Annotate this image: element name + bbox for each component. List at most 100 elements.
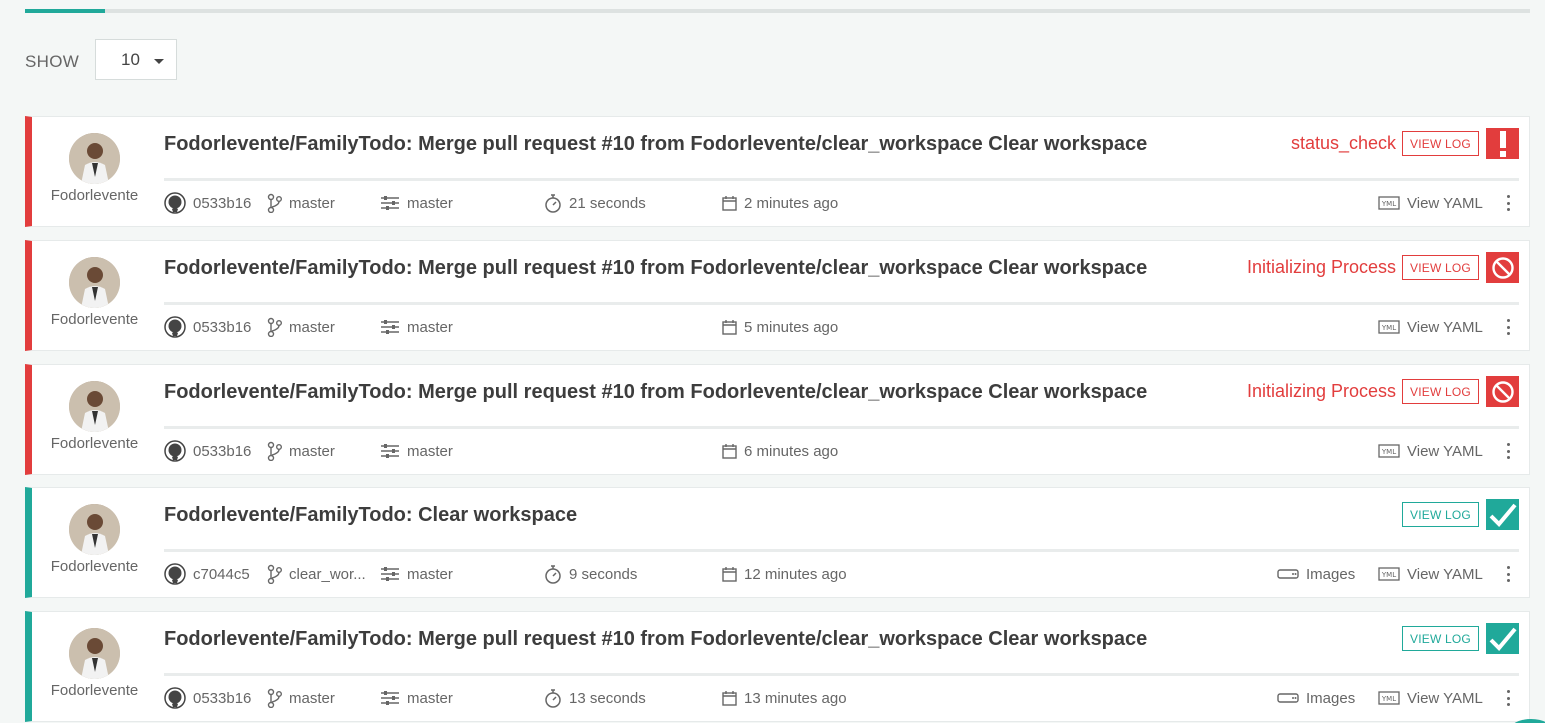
- view-yaml-link[interactable]: YML View YAML: [1378, 564, 1483, 584]
- build-time: 12 minutes ago: [722, 564, 847, 584]
- build-duration: 13 seconds: [544, 688, 646, 708]
- view-log-button[interactable]: VIEW LOG: [1402, 255, 1479, 280]
- branch-link[interactable]: clear_wor...: [267, 564, 366, 584]
- view-yaml-link[interactable]: YML View YAML: [1378, 441, 1483, 461]
- view-log-button[interactable]: VIEW LOG: [1402, 626, 1479, 651]
- branch-name: clear_wor...: [289, 565, 366, 583]
- commit-hash: 0533b16: [193, 689, 252, 707]
- build-card[interactable]: Fodorlevente Fodorlevente/FamilyTodo: Me…: [25, 240, 1530, 351]
- status-text: status_check: [1290, 133, 1396, 153]
- view-log-button[interactable]: VIEW LOG: [1402, 131, 1479, 156]
- divider: [164, 302, 1519, 305]
- status-check-icon: [1486, 499, 1519, 530]
- branch-name: master: [289, 689, 335, 707]
- view-yaml-link[interactable]: YML View YAML: [1378, 317, 1483, 337]
- yaml-file-icon: YML: [1378, 444, 1400, 458]
- status-blocked-icon: [1486, 252, 1519, 283]
- author-avatar: [69, 257, 120, 308]
- time-text: 5 minutes ago: [744, 318, 839, 336]
- calendar-icon: [722, 691, 737, 706]
- commit-link[interactable]: 0533b16: [164, 687, 252, 709]
- divider: [164, 673, 1519, 676]
- branch-name: master: [289, 442, 335, 460]
- more-options-icon[interactable]: [1507, 195, 1511, 211]
- commit-hash: c7044c5: [193, 565, 250, 583]
- images-label: Images: [1306, 689, 1356, 707]
- settings-sliders-icon: [381, 320, 399, 334]
- branch-name: master: [289, 318, 335, 336]
- author-avatar: [69, 504, 120, 555]
- branch-icon: [267, 688, 282, 708]
- branch-icon: [267, 193, 282, 213]
- stopwatch-icon: [545, 194, 561, 213]
- more-options-icon[interactable]: [1507, 566, 1511, 582]
- github-icon: [164, 316, 186, 338]
- author-name: Fodorlevente: [50, 311, 139, 328]
- build-time: 5 minutes ago: [722, 317, 838, 337]
- divider: [164, 426, 1519, 429]
- target-branch: master: [380, 441, 453, 461]
- build-title[interactable]: Fodorlevente/FamilyTodo: Merge pull requ…: [164, 628, 1147, 651]
- branch-link[interactable]: master: [267, 688, 335, 708]
- branch-name: master: [289, 194, 335, 212]
- build-card[interactable]: Fodorlevente Fodorlevente/FamilyTodo: Me…: [25, 611, 1530, 722]
- settings-sliders-icon: [381, 691, 399, 705]
- commit-hash: 0533b16: [193, 318, 252, 336]
- images-link[interactable]: Images: [1277, 688, 1355, 708]
- author-name: Fodorlevente: [50, 187, 139, 204]
- svg-text:YML: YML: [1381, 200, 1396, 208]
- page-size-value: 10: [121, 49, 140, 69]
- progress-fill: [25, 9, 105, 13]
- build-card[interactable]: Fodorlevente Fodorlevente/FamilyTodo: Cl…: [25, 487, 1530, 598]
- build-card[interactable]: Fodorlevente Fodorlevente/FamilyTodo: Me…: [25, 116, 1530, 227]
- build-title[interactable]: Fodorlevente/FamilyTodo: Clear workspace: [164, 504, 577, 527]
- more-options-icon[interactable]: [1507, 319, 1511, 335]
- images-label: Images: [1306, 565, 1356, 583]
- branch-link[interactable]: master: [267, 441, 335, 461]
- build-title[interactable]: Fodorlevente/FamilyTodo: Merge pull requ…: [164, 381, 1147, 404]
- target-name: master: [407, 194, 453, 212]
- commit-link[interactable]: 0533b16: [164, 192, 252, 214]
- target-branch: master: [380, 688, 453, 708]
- view-log-button[interactable]: VIEW LOG: [1402, 379, 1479, 404]
- github-icon: [164, 687, 186, 709]
- view-yaml-link[interactable]: YML View YAML: [1378, 688, 1483, 708]
- calendar-icon: [722, 444, 737, 459]
- status-text: Initializing Process: [1246, 257, 1396, 277]
- author-name: Fodorlevente: [50, 435, 139, 452]
- branch-icon: [267, 441, 282, 461]
- more-options-icon[interactable]: [1507, 443, 1511, 459]
- commit-hash: 0533b16: [193, 442, 252, 460]
- view-yaml-link[interactable]: YML View YAML: [1378, 193, 1483, 213]
- target-name: master: [407, 689, 453, 707]
- svg-text:YML: YML: [1381, 571, 1396, 579]
- svg-text:YML: YML: [1381, 695, 1396, 703]
- commit-link[interactable]: 0533b16: [164, 316, 252, 338]
- build-card[interactable]: Fodorlevente Fodorlevente/FamilyTodo: Me…: [25, 364, 1530, 475]
- view-yaml-label: View YAML: [1407, 194, 1483, 212]
- time-text: 12 minutes ago: [744, 565, 847, 583]
- view-yaml-label: View YAML: [1407, 318, 1483, 336]
- image-box-icon: [1277, 569, 1299, 579]
- build-title[interactable]: Fodorlevente/FamilyTodo: Merge pull requ…: [164, 133, 1147, 156]
- show-label: SHOW: [25, 52, 80, 71]
- page-size-select[interactable]: 10: [95, 39, 177, 80]
- commit-link[interactable]: c7044c5: [164, 563, 250, 585]
- view-log-button[interactable]: VIEW LOG: [1402, 502, 1479, 527]
- author-avatar: [69, 381, 120, 432]
- svg-text:YML: YML: [1381, 448, 1396, 456]
- build-title[interactable]: Fodorlevente/FamilyTodo: Merge pull requ…: [164, 257, 1147, 280]
- images-link[interactable]: Images: [1277, 564, 1355, 584]
- commit-hash: 0533b16: [193, 194, 252, 212]
- branch-link[interactable]: master: [267, 317, 335, 337]
- more-options-icon[interactable]: [1507, 690, 1511, 706]
- view-yaml-label: View YAML: [1407, 689, 1483, 707]
- commit-link[interactable]: 0533b16: [164, 440, 252, 462]
- build-time: 13 minutes ago: [722, 688, 847, 708]
- branch-link[interactable]: master: [267, 193, 335, 213]
- build-duration: 9 seconds: [544, 564, 637, 584]
- status-exclamation-icon: [1486, 128, 1519, 159]
- settings-sliders-icon: [381, 196, 399, 210]
- target-branch: master: [380, 193, 453, 213]
- settings-sliders-icon: [381, 567, 399, 581]
